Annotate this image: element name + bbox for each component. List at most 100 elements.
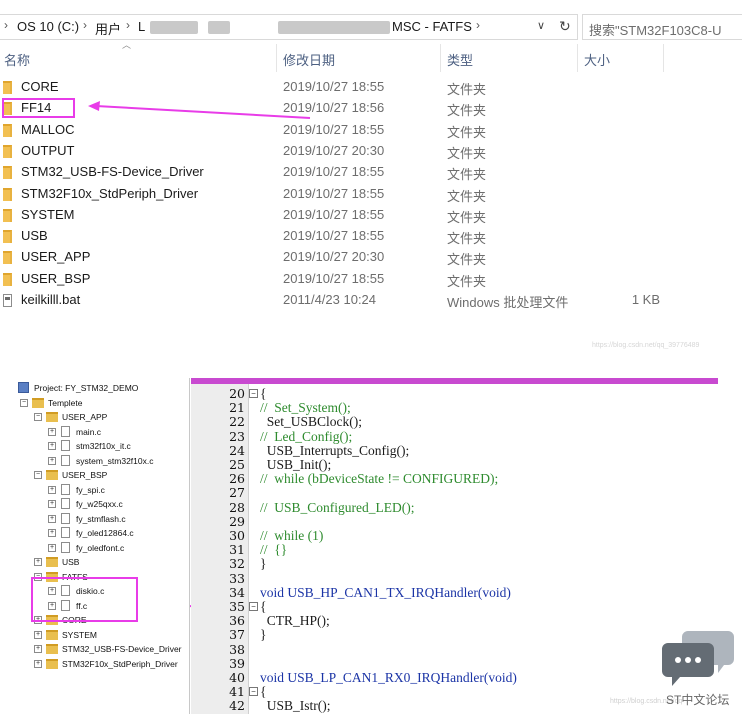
tree-node-label: USB (62, 557, 80, 567)
file-row[interactable]: keilkilll.bat 2011/4/23 10:24 Windows 批处理文… (0, 290, 742, 311)
file-date: 2019/10/27 18:56 (283, 100, 385, 116)
line-number: 31 (229, 542, 245, 558)
file-type: 文件夹 (447, 103, 487, 119)
file-row[interactable]: MALLOC 2019/10/27 18:55 文件夹 (0, 120, 742, 141)
line-number: 41 (229, 684, 245, 700)
folder-icon (46, 557, 58, 567)
search-input[interactable]: 搜索"STM32F103C8-U (582, 14, 742, 40)
fold-toggle-icon[interactable]: − (249, 389, 258, 398)
expand-toggle-icon[interactable]: + (48, 543, 56, 552)
refresh-icon[interactable]: ↻ (559, 18, 571, 35)
fold-toggle-icon[interactable]: − (249, 687, 258, 697)
code-line[interactable]: void USB_LP_CAN1_RX0_IRQHandler(void) (260, 670, 517, 686)
file-date: 2019/10/27 18:55 (283, 206, 385, 222)
c-file-icon (61, 527, 70, 538)
folder-icon (32, 397, 44, 408)
chevron-right-icon[interactable]: › (126, 18, 130, 32)
file-name: USER_BSP (21, 270, 91, 286)
chevron-right-icon[interactable]: › (476, 18, 480, 32)
expand-toggle-icon[interactable]: + (48, 456, 56, 465)
file-name: OUTPUT (21, 142, 75, 158)
expand-toggle-icon[interactable]: + (34, 645, 42, 653)
line-number: 27 (229, 485, 245, 501)
file-date: 2019/10/27 18:55 (283, 164, 385, 180)
line-number: 23 (229, 428, 245, 444)
column-header-date[interactable]: 修改日期 (283, 50, 335, 78)
tree-node-label: SYSTEM (62, 629, 97, 640)
file-row[interactable]: OUTPUT 2019/10/27 20:30 文件夹 (0, 141, 742, 162)
breadcrumb-user[interactable]: L (138, 19, 145, 34)
code-line[interactable]: void USB_HP_CAN1_TX_IRQHandler(void) (260, 585, 511, 601)
file-row[interactable]: USER_BSP 2019/10/27 18:55 文件夹 (0, 269, 742, 290)
c-file-icon (61, 483, 70, 495)
file-row[interactable]: FF14 2019/10/27 18:56 文件夹 (0, 98, 742, 119)
file-row[interactable]: STM32_USB-FS-Device_Driver 2019/10/27 18:… (0, 162, 742, 183)
column-header-type[interactable]: 类型 (447, 50, 473, 78)
tree-node-label: Templete (48, 397, 83, 408)
file-date: 2019/10/27 20:30 (283, 142, 385, 158)
expand-toggle-icon[interactable]: + (48, 442, 56, 450)
c-file-icon (61, 541, 70, 553)
c-file-icon (61, 440, 70, 451)
c-file-icon (61, 498, 70, 509)
line-number: 22 (229, 414, 245, 430)
expand-toggle-icon[interactable]: + (48, 529, 56, 537)
code-line[interactable]: USB_Istr(); (260, 698, 331, 714)
folder-icon (3, 166, 12, 180)
file-type: 文件夹 (447, 252, 487, 268)
expand-toggle-icon[interactable]: + (34, 630, 42, 639)
folder-icon (3, 81, 12, 94)
expand-toggle-icon[interactable]: + (34, 659, 42, 668)
tree-node-label: fy_spi.c (76, 484, 105, 495)
folder-icon (46, 658, 58, 669)
code-line[interactable]: // while (bDeviceState != CONFIGURED); (260, 471, 498, 487)
file-row[interactable]: USB 2019/10/27 18:55 文件夹 (0, 226, 742, 247)
chevron-down-icon[interactable]: ∨ (537, 19, 545, 32)
expand-toggle-icon[interactable]: + (48, 514, 56, 523)
code-line[interactable]: // USB_Configured_LED(); (260, 500, 415, 516)
c-file-icon (61, 512, 70, 524)
line-number: 30 (229, 528, 245, 543)
breadcrumb[interactable]: › OS 10 (C:) › 用户 › L MSC - FATFS › ∨ ↻ (0, 14, 578, 40)
line-number: 36 (229, 613, 245, 629)
line-number: 38 (229, 641, 245, 657)
code-line[interactable]: } (260, 556, 266, 572)
chevron-right-icon[interactable]: › (83, 18, 87, 32)
line-number: 32 (229, 556, 245, 572)
expand-toggle-icon[interactable]: + (34, 558, 42, 566)
line-number: 26 (229, 471, 245, 487)
breadcrumb-current-folder[interactable]: MSC - FATFS (392, 19, 472, 34)
chevron-right-icon[interactable]: › (4, 18, 8, 32)
tree-node-label: USER_APP (62, 412, 108, 422)
code-line[interactable]: } (260, 627, 266, 643)
breadcrumb-drive[interactable]: OS 10 (C:) (17, 19, 79, 34)
expand-toggle-icon[interactable]: − (34, 471, 42, 479)
file-row[interactable]: USER_APP 2019/10/27 20:30 文件夹 (0, 247, 742, 268)
expand-toggle-icon[interactable]: − (34, 413, 42, 421)
expand-toggle-icon[interactable]: + (48, 427, 56, 436)
fold-toggle-icon[interactable]: − (249, 602, 258, 611)
breadcrumb-users[interactable]: 用户 (95, 19, 121, 38)
redacted-path (278, 21, 390, 34)
file-name: CORE (21, 79, 59, 94)
column-header-size[interactable]: 大小 (584, 50, 610, 78)
file-row[interactable]: STM32F10x_StdPeriph_Driver 2019/10/27 18:… (0, 184, 742, 205)
highlight-box-fatfs (31, 577, 138, 622)
expand-toggle-icon[interactable]: − (20, 398, 28, 407)
file-name: USER_APP (21, 249, 91, 265)
project-icon (18, 382, 29, 393)
file-row[interactable]: CORE 2019/10/27 18:55 文件夹 (0, 77, 742, 98)
code-line[interactable]: CTR_HP(); (260, 613, 330, 629)
address-bar[interactable]: › OS 10 (C:) › 用户 › L MSC - FATFS › ∨ ↻ … (0, 14, 742, 40)
folder-icon (3, 230, 12, 244)
file-row[interactable]: SYSTEM 2019/10/27 18:55 文件夹 (0, 205, 742, 226)
line-number: 29 (229, 513, 245, 529)
tree-node-label: stm32f10x_it.c (76, 441, 131, 451)
expand-toggle-icon[interactable]: + (48, 485, 56, 494)
file-type: 文件夹 (447, 145, 487, 161)
line-number: 33 (229, 570, 245, 586)
tree-node-label: USER_BSP (62, 470, 108, 480)
expand-toggle-icon[interactable]: + (48, 500, 56, 508)
column-header-name[interactable]: 名称 (4, 50, 30, 78)
tree-node-label: STM32F10x_StdPeriph_Driver (62, 658, 178, 669)
